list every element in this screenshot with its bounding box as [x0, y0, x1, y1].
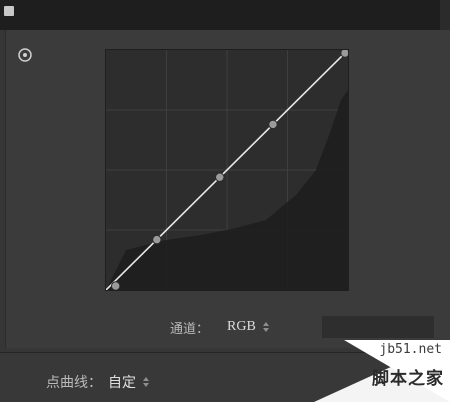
- channel-row: 通道： RGB: [170, 316, 270, 338]
- up-down-arrows-icon: [143, 377, 149, 387]
- curve-control-point[interactable]: [268, 119, 278, 130]
- curve-control-point[interactable]: [110, 281, 121, 290]
- collapse-handle-icon[interactable]: [4, 6, 14, 16]
- watermark: jb51.net 脚本之家: [314, 340, 450, 402]
- tone-curve-canvas[interactable]: [106, 50, 348, 290]
- curve-control-point[interactable]: [152, 234, 162, 245]
- header-edge: [440, 0, 450, 30]
- watermark-site: jb51.net: [379, 342, 442, 357]
- point-curve-select[interactable]: 自定: [108, 372, 150, 392]
- channel-select[interactable]: RGB: [227, 319, 270, 335]
- channel-value: RGB: [227, 319, 256, 334]
- tone-curve-graph[interactable]: [105, 49, 349, 291]
- channel-row-dark-strip: [322, 316, 434, 338]
- curve-control-point[interactable]: [340, 50, 348, 58]
- target-adjustment-icon[interactable]: [17, 47, 33, 63]
- up-down-arrows-icon: [262, 322, 269, 332]
- channel-label: 通道：: [170, 321, 210, 337]
- watermark-name: 脚本之家: [372, 369, 444, 389]
- panel-header-bar: [0, 0, 450, 30]
- curve-control-point[interactable]: [215, 172, 225, 182]
- point-curve-value: 自定: [108, 375, 136, 391]
- point-curve-label: 点曲线：: [46, 375, 102, 391]
- point-curve-row: 点曲线： 自定: [46, 371, 150, 393]
